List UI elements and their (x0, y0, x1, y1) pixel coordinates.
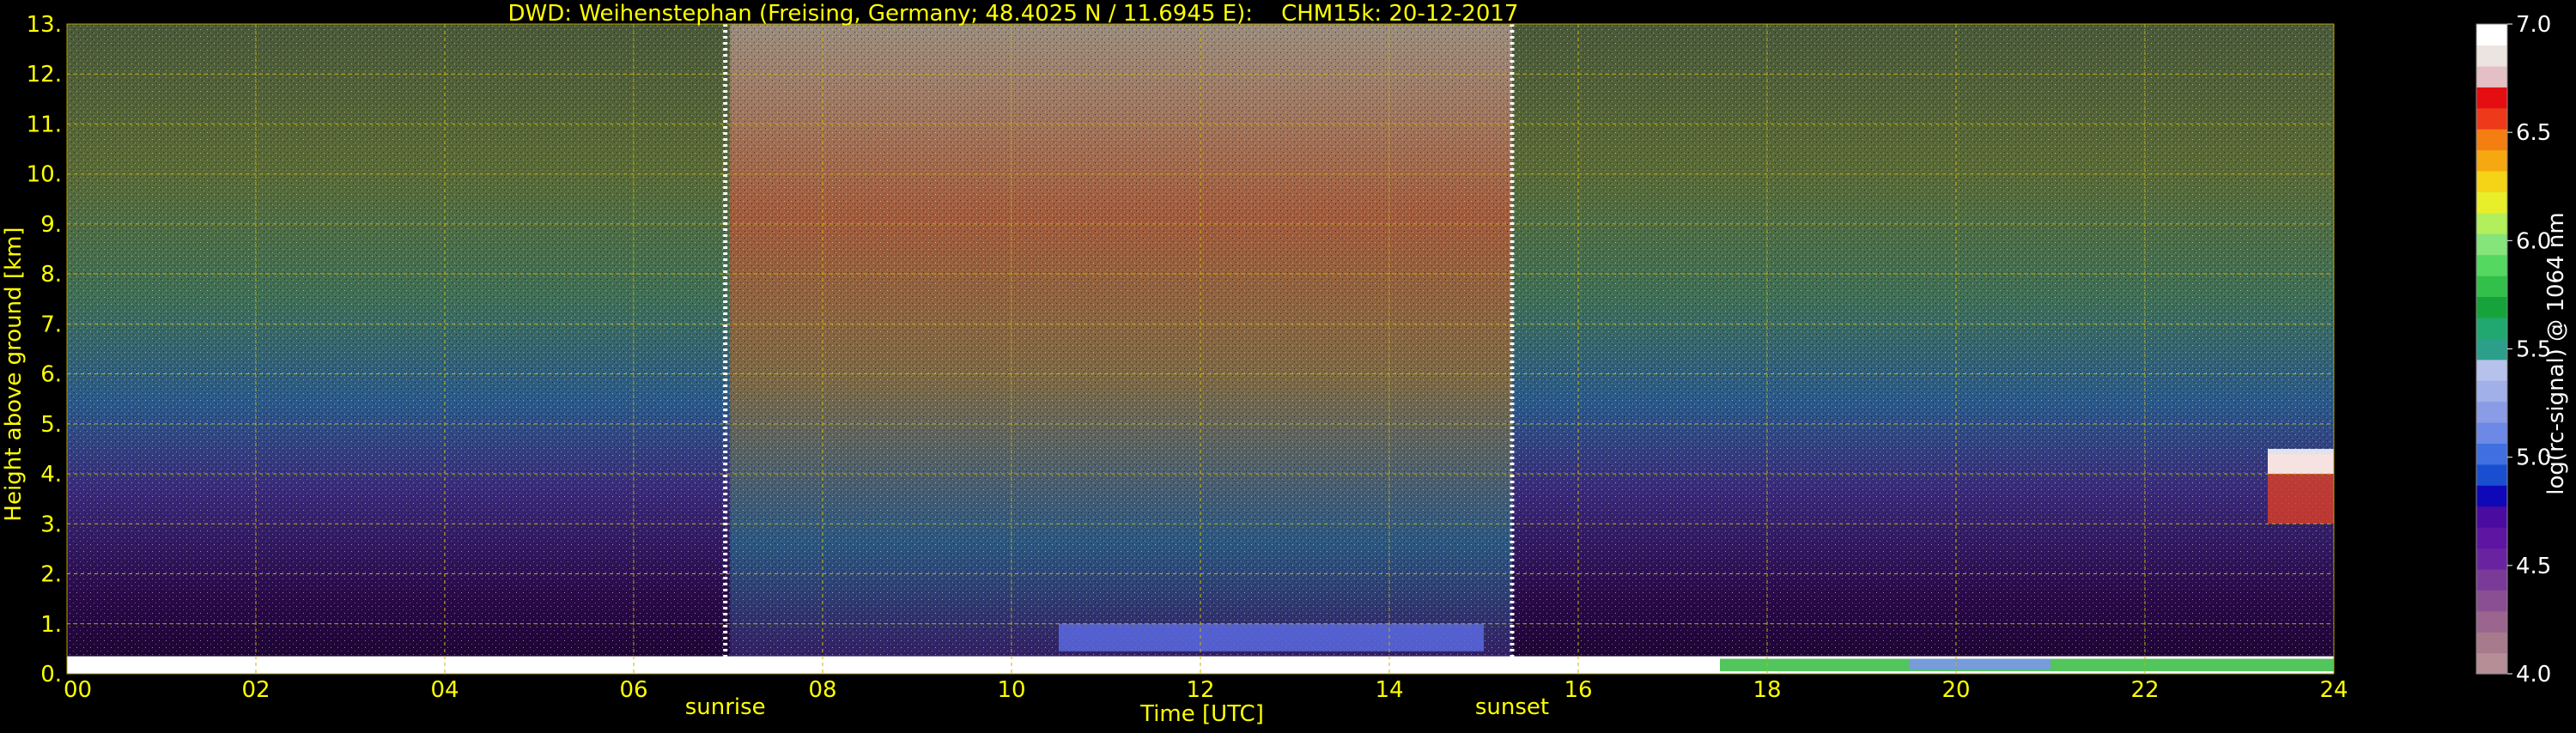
colorbar-segment (2476, 443, 2507, 465)
x-tick-label: 20 (1941, 677, 1970, 703)
x-tick-label: 08 (808, 677, 836, 703)
colorbar-segment (2476, 568, 2507, 591)
colorbar-segment (2476, 338, 2507, 360)
x-tick-label: 06 (619, 677, 647, 703)
colorbar-segment (2476, 170, 2507, 192)
colorbar (2476, 23, 2508, 675)
event-label-sunrise: sunrise (685, 694, 766, 720)
x-tick-label: 24 (2319, 677, 2348, 703)
ceilometer-chart: 00 02 04 06 08 10 12 14 16 18 20 22 24 0. 1. 2. 3. 4. 5. 6… (0, 0, 2576, 730)
colorbar-segment (2476, 233, 2507, 256)
y-tick-label: 6. (40, 362, 62, 388)
y-tick-label: 9. (40, 212, 62, 238)
y-tick-label: 5. (40, 412, 62, 438)
colorbar-segment (2476, 317, 2507, 339)
plot-area (66, 23, 2335, 675)
colorbar-segment (2476, 276, 2507, 298)
y-tick-label: 10. (27, 162, 62, 188)
y-axis-ticks: 0. 1. 2. 3. 4. 5. 6. 7. 8. 9. 10. 11. 12. 13. (27, 12, 62, 688)
y-tick-label: 7. (40, 312, 62, 337)
y-tick-label: 11. (27, 112, 62, 137)
colorbar-tick-label: 4.0 (2516, 662, 2551, 688)
y-tick-label: 13. (27, 12, 62, 38)
colorbar-segment (2476, 45, 2507, 67)
colorbar-segment (2476, 129, 2507, 151)
colorbar-segment (2476, 652, 2507, 675)
colorbar-segment (2476, 463, 2507, 486)
x-tick-label: 22 (2130, 677, 2159, 703)
colorbar-segment (2476, 401, 2507, 423)
chart-svg: 00 02 04 06 08 10 12 14 16 18 20 22 24 0. 1. 2. 3. 4. 5. 6… (1, 1, 2569, 727)
colorbar-segment (2476, 590, 2507, 612)
colorbar-segment (2476, 24, 2507, 46)
evening-layer-blue (1909, 658, 2050, 670)
colorbar-segment (2476, 296, 2507, 318)
colorbar-segment (2476, 359, 2507, 381)
y-tick-label: 12. (27, 62, 62, 88)
x-tick-label: 10 (997, 677, 1025, 703)
colorbar-segment (2476, 421, 2507, 444)
x-tick-label: 00 (64, 677, 92, 703)
colorbar-segment (2476, 548, 2507, 570)
colorbar-segment (2476, 107, 2507, 130)
colorbar-segment (2476, 87, 2507, 109)
colorbar-segment (2476, 632, 2507, 654)
y-tick-label: 0. (40, 662, 62, 688)
y-tick-label: 4. (40, 462, 62, 488)
colorbar-segment (2476, 527, 2507, 549)
colorbar-segment (2476, 65, 2507, 88)
x-tick-label: 18 (1753, 677, 1781, 703)
x-axis-ticks: 00 02 04 06 08 10 12 14 16 18 20 22 24 (64, 677, 2348, 703)
chart-title: DWD: Weihenstephan (Freising, Germany; 4… (508, 1, 1519, 27)
colorbar-segment (2476, 212, 2507, 234)
x-axis-label: Time [UTC] (1139, 701, 1264, 727)
colorbar-segment (2476, 485, 2507, 507)
colorbar-segment (2476, 191, 2507, 214)
y-axis-label: Height above ground [km] (1, 227, 27, 521)
x-tick-label: 02 (241, 677, 270, 703)
colorbar-label: log(rc-signal) @ 1064 nm (2543, 212, 2569, 494)
event-label-sunset: sunset (1475, 694, 1549, 720)
colorbar-tick-label: 6.5 (2516, 120, 2551, 146)
y-tick-label: 1. (40, 612, 62, 638)
colorbar-segment (2476, 506, 2507, 528)
x-tick-label: 12 (1186, 677, 1214, 703)
y-tick-label: 3. (40, 512, 62, 537)
colorbar-segment (2476, 254, 2507, 276)
colorbar-segment (2476, 380, 2507, 403)
y-tick-label: 2. (40, 562, 62, 588)
colorbar-tick-label: 4.5 (2516, 554, 2551, 579)
y-tick-label: 8. (40, 262, 62, 288)
colorbar-segment (2476, 149, 2507, 172)
x-tick-label: 04 (430, 677, 459, 703)
x-tick-label: 14 (1375, 677, 1403, 703)
x-tick-label: 16 (1564, 677, 1592, 703)
colorbar-tick-label: 7.0 (2516, 12, 2551, 38)
elevated-layer-top (2268, 448, 2334, 475)
low-cloud-layer (1059, 623, 1484, 651)
colorbar-segment (2476, 610, 2507, 633)
